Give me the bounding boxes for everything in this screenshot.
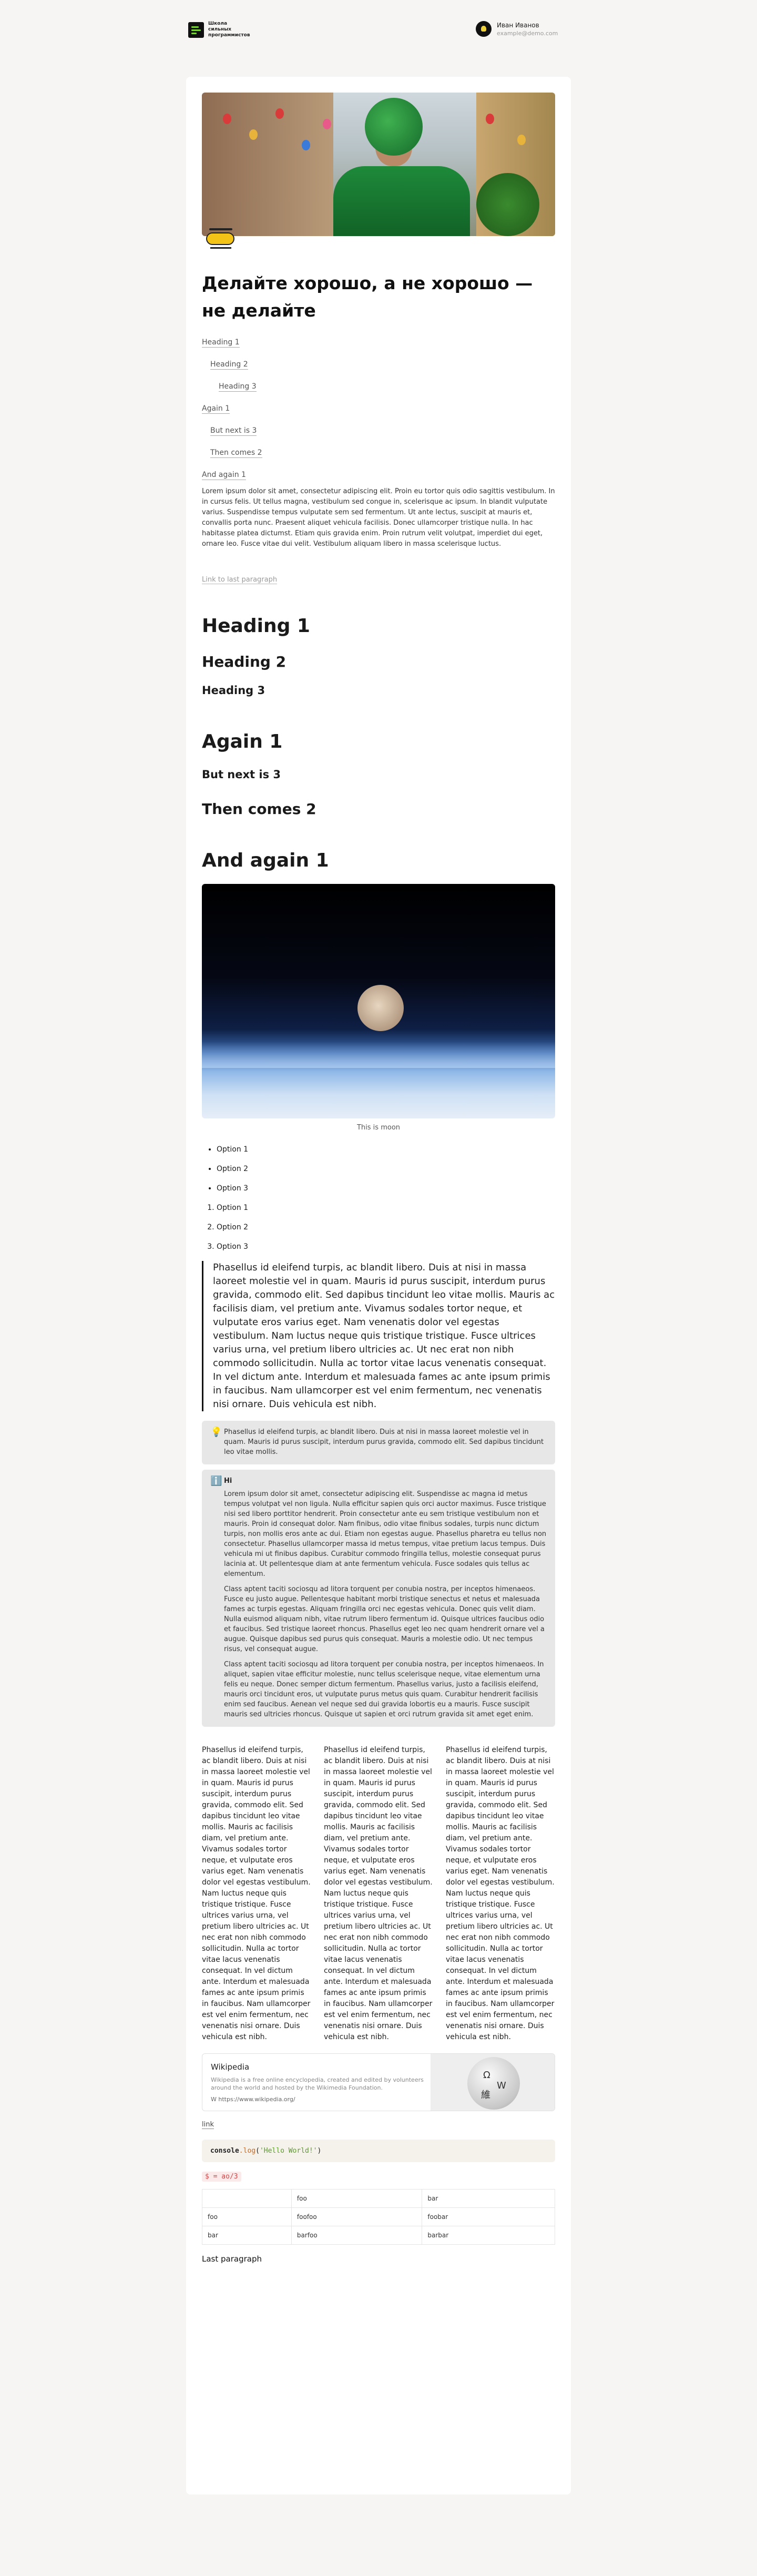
table-row: foo bar <box>202 2189 555 2208</box>
heading-1: Heading 1 <box>202 615 310 637</box>
bookmark-title: Wikipedia <box>211 2062 250 2072</box>
hero-image <box>202 93 555 236</box>
callout-text: Phasellus id eleifend turpis, ac blandit… <box>224 1428 544 1456</box>
last-paragraph: Last paragraph <box>202 2254 262 2264</box>
heading-again-1: Again 1 <box>202 731 283 752</box>
intro-paragraph: Lorem ipsum dolor sit amet, consectetur … <box>202 487 555 548</box>
article-content: Делайте хорошо, а не хорошо — не делайте… <box>202 93 555 2264</box>
heading-then-comes-2: Then comes 2 <box>202 800 316 818</box>
logo[interactable]: Школа сильных программистов <box>188 21 255 38</box>
toc-item-then-comes-2[interactable]: Then comes 2 <box>210 449 262 458</box>
list-item: Option 1 <box>217 1144 555 1155</box>
heading-but-next-is-3: But next is 3 <box>202 768 281 781</box>
table-of-contents: Heading 1 Heading 2 Heading 3 Again 1 Bu… <box>202 338 555 480</box>
column-text: Phasellus id eleifend turpis, ac blandit… <box>446 1746 555 2041</box>
data-table: foo bar foo foofoo foobar bar barfoo barbar <box>202 2189 555 2245</box>
toc-item-again-1[interactable]: Again 1 <box>202 404 230 414</box>
bulleted-list: Option 1 Option 2 Option 3 <box>202 1144 555 1194</box>
column-text: Phasellus id eleifend turpis, ac blandit… <box>324 1746 433 2041</box>
heading-3: Heading 3 <box>202 684 265 697</box>
list-item: Option 2 <box>217 1222 555 1233</box>
list-item: Option 3 <box>217 1241 555 1252</box>
numbered-list: Option 1 Option 2 Option 3 <box>202 1203 555 1252</box>
toc-item-heading-3[interactable]: Heading 3 <box>219 382 257 392</box>
callout-paragraph: Lorem ipsum dolor sit amet, consectetur … <box>224 1490 547 1578</box>
wikipedia-logo-image: Ω W 維 <box>431 2054 555 2111</box>
logo-text: Школа сильных программистов <box>208 21 250 38</box>
user-email: example@demo.com <box>497 29 558 37</box>
logo-icon <box>188 22 204 38</box>
heading-and-again-1: And again 1 <box>202 850 329 871</box>
moon-image <box>202 884 555 1118</box>
top-bar: Школа сильных программистов Иван Иванов … <box>0 0 757 58</box>
last-paragraph-link[interactable]: Link to last paragraph <box>202 576 278 584</box>
toc-item-but-next-is-3[interactable]: But next is 3 <box>210 426 257 436</box>
bookmark-description: Wikipedia is a free online encyclopedia,… <box>211 2076 424 2091</box>
toc-item-heading-1[interactable]: Heading 1 <box>202 338 240 348</box>
callout-info: ℹ️ Hi Lorem ipsum dolor sit amet, consec… <box>202 1470 555 1727</box>
callout-paragraph: Class aptent taciti sociosqu ad litora t… <box>224 1661 544 1718</box>
toc-item-and-again-1[interactable]: And again 1 <box>202 471 246 480</box>
three-columns: Phasellus id eleifend turpis, ac blandit… <box>202 1745 555 2043</box>
article-card: Делайте хорошо, а не хорошо — не делайте… <box>186 77 571 2494</box>
lightbulb-icon: 💡 <box>210 1427 222 1438</box>
bookmark-url: W https://www.wikipedia.org/ <box>211 2096 295 2103</box>
list-item: Option 2 <box>217 1164 555 1174</box>
inline-code: $ = ao/3 <box>202 2172 241 2182</box>
callout-heading: Hi <box>224 1477 232 1485</box>
heading-2: Heading 2 <box>202 653 287 670</box>
callout-paragraph: Class aptent taciti sociosqu ad litora t… <box>224 1585 545 1653</box>
image-caption: This is moon <box>356 1124 401 1132</box>
callout-tip: 💡 Phasellus id eleifend turpis, ac bland… <box>202 1421 555 1464</box>
page-title: Делайте хорошо, а не хорошо — не делайте <box>202 273 533 321</box>
user-name: Иван Иванов <box>497 21 539 29</box>
toc-item-heading-2[interactable]: Heading 2 <box>210 360 248 370</box>
user-menu[interactable]: Иван Иванов example@demo.com <box>476 21 558 37</box>
avatar <box>476 21 492 37</box>
list-item: Option 1 <box>217 1203 555 1213</box>
list-item: Option 3 <box>217 1183 555 1194</box>
helicopter-icon <box>202 224 239 250</box>
table-row: bar barfoo barbar <box>202 2226 555 2245</box>
table-row: foo foofoo foobar <box>202 2207 555 2226</box>
info-icon: ℹ️ <box>210 1475 222 1486</box>
column-text: Phasellus id eleifend turpis, ac blandit… <box>202 1746 311 2041</box>
bookmark-card[interactable]: Wikipedia Wikipedia is a free online enc… <box>202 2053 555 2111</box>
wikipedia-icon: W <box>211 2096 217 2103</box>
text-link[interactable]: link <box>202 2121 214 2129</box>
quote-block: Phasellus id eleifend turpis, ac blandit… <box>202 1261 555 1411</box>
code-block: console.log('Hello World!') <box>202 2140 555 2162</box>
